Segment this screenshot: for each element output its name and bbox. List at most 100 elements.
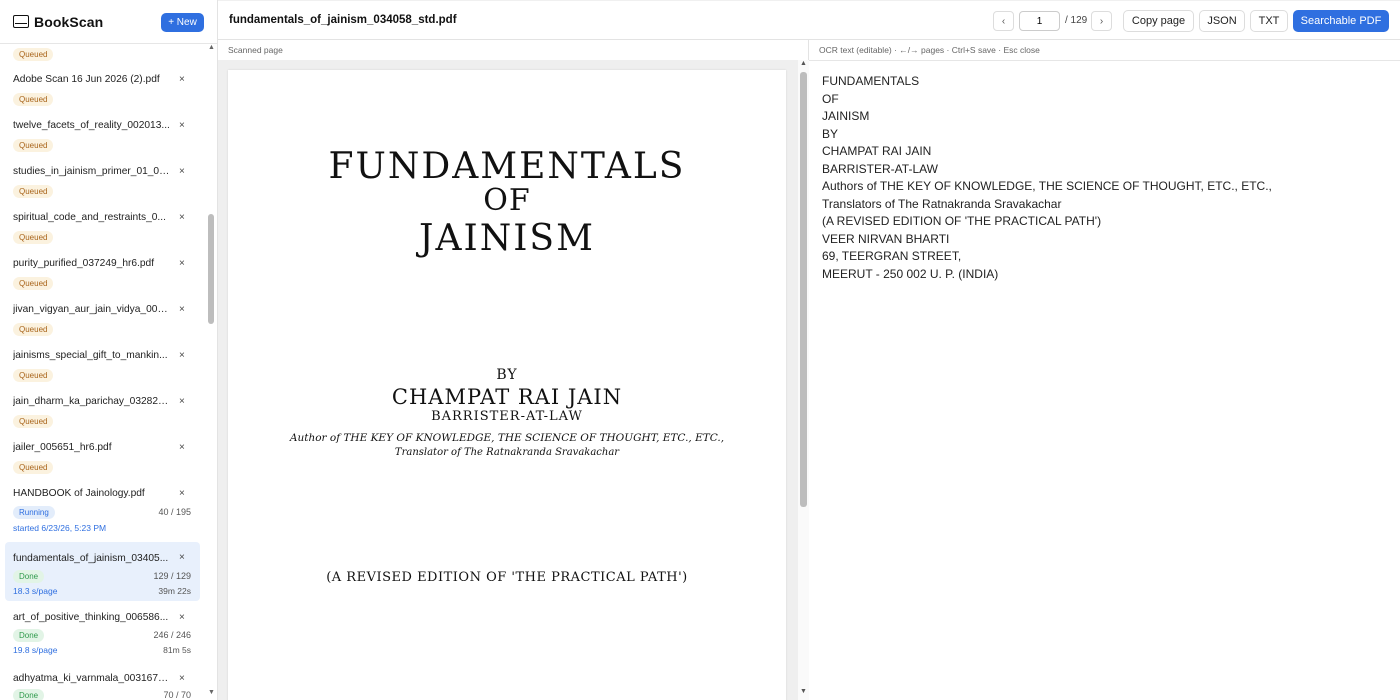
list-item[interactable]: adhyatma_ki_varnmala_003167_... × Done 7…: [5, 673, 200, 700]
progress-count: 40 / 195: [158, 507, 191, 517]
list-item-selected[interactable]: fundamentals_of_jainism_03405... × Done …: [5, 542, 200, 601]
book-icon: [13, 15, 29, 28]
remove-icon[interactable]: ×: [179, 74, 185, 85]
status-badge: Queued: [13, 231, 54, 244]
prev-page-button[interactable]: ‹: [993, 11, 1014, 31]
ocr-line: FUNDAMENTALS: [822, 74, 920, 88]
status-badge: Queued: [13, 93, 54, 106]
sidebar-header: BookScan + New: [0, 0, 217, 44]
started-time: started 6/23/26, 5:23 PM: [13, 523, 107, 533]
remove-icon[interactable]: ×: [179, 120, 185, 131]
scan-by: BY: [496, 367, 518, 383]
remove-icon[interactable]: ×: [179, 488, 185, 499]
list-item[interactable]: Adobe Scan 16 Jun 2026 (2).pdf × Queued: [5, 74, 200, 120]
duration: 81m 5s: [163, 645, 191, 655]
file-name: jainisms_special_gift_to_mankin...: [13, 350, 168, 361]
ocr-line: Authors of THE KEY OF KNOWLEDGE, THE SCI…: [822, 179, 1272, 193]
duration: 39m 22s: [158, 586, 191, 596]
next-page-button[interactable]: ›: [1091, 11, 1112, 31]
page-total: / 129: [1065, 15, 1088, 26]
scrollbar-thumb[interactable]: [800, 72, 807, 507]
ocr-line: JAINISM: [822, 109, 870, 123]
status-badge: Queued: [13, 369, 54, 382]
progress-count: 129 / 129: [153, 571, 191, 581]
ocr-line: (A REVISED EDITION OF 'THE PRACTICAL PAT…: [822, 214, 1102, 228]
txt-button[interactable]: TXT: [1250, 10, 1288, 32]
progress-count: 70 / 70: [163, 690, 191, 700]
divider: [809, 60, 1400, 61]
scan-author: CHAMPAT RAI JAIN: [391, 385, 623, 409]
ocr-pane-label: OCR text (editable) · ←/→ pages · Ctrl+S…: [819, 45, 1040, 55]
status-badge: Running: [13, 506, 55, 519]
ocr-text-editor[interactable]: FUNDAMENTALS OF JAINISM BY CHAMPAT RAI J…: [822, 73, 1272, 283]
status-badge: Queued: [13, 185, 54, 198]
searchable-pdf-button[interactable]: Searchable PDF: [1293, 10, 1389, 32]
file-name: fundamentals_of_jainism_03405...: [13, 553, 169, 564]
remove-icon[interactable]: ×: [179, 442, 185, 453]
file-name: purity_purified_037249_hr6.pdf: [13, 258, 155, 269]
remove-icon[interactable]: ×: [179, 552, 185, 563]
scan-title-line: OF: [483, 183, 531, 218]
file-name: jivan_vigyan_aur_jain_vidya_003...: [13, 304, 171, 315]
json-button[interactable]: JSON: [1199, 10, 1245, 32]
status-badge: Queued: [13, 48, 54, 61]
list-item[interactable]: jainisms_special_gift_to_mankin... × Que…: [5, 350, 200, 396]
scroll-up-icon[interactable]: ▲: [800, 60, 807, 67]
remove-icon[interactable]: ×: [179, 673, 185, 684]
scanned-page-image: FUNDAMENTALS OF JAINISM BY CHAMPAT RAI J…: [228, 70, 786, 700]
scan-revised-edition: (A REVISED EDITION OF 'THE PRACTICAL PAT…: [326, 570, 688, 585]
list-item[interactable]: Queued: [5, 44, 200, 74]
new-button[interactable]: + New: [161, 13, 204, 32]
remove-icon[interactable]: ×: [179, 350, 185, 361]
scan-title-line: FUNDAMENTALS: [328, 146, 686, 187]
file-name: jailer_005651_hr6.pdf: [13, 442, 112, 453]
progress-count: 246 / 246: [153, 630, 191, 640]
remove-icon[interactable]: ×: [179, 258, 185, 269]
scan-barrister: BARRISTER-AT-LAW: [431, 409, 583, 424]
scan-pane: Scanned page FUNDAMENTALS OF JAINISM BY …: [218, 40, 809, 700]
file-name: art_of_positive_thinking_006586...: [13, 612, 169, 623]
file-name: studies_in_jainism_primer_01_03...: [13, 166, 171, 177]
file-name: jain_dharm_ka_parichay_032824...: [13, 396, 171, 407]
scroll-up-icon[interactable]: ▲: [208, 44, 215, 51]
scrollbar-thumb[interactable]: [208, 214, 214, 324]
ocr-pane: OCR text (editable) · ←/→ pages · Ctrl+S…: [809, 40, 1400, 700]
scroll-down-icon[interactable]: ▼: [800, 688, 807, 695]
list-item[interactable]: twelve_facets_of_reality_002013... × Que…: [5, 120, 200, 166]
remove-icon[interactable]: ×: [179, 304, 185, 315]
remove-icon[interactable]: ×: [179, 396, 185, 407]
remove-icon[interactable]: ×: [179, 212, 185, 223]
list-item[interactable]: art_of_positive_thinking_006586... × Don…: [5, 612, 200, 668]
file-name: twelve_facets_of_reality_002013...: [13, 120, 170, 131]
status-badge: Queued: [13, 415, 54, 428]
document-title: fundamentals_of_jainism_034058_std.pdf: [229, 14, 457, 26]
copy-page-button[interactable]: Copy page: [1123, 10, 1194, 32]
list-item[interactable]: purity_purified_037249_hr6.pdf × Queued: [5, 258, 200, 304]
status-badge: Done: [13, 570, 45, 583]
scroll-down-icon[interactable]: ▼: [208, 689, 215, 696]
file-name: Adobe Scan 16 Jun 2026 (2).pdf: [13, 74, 160, 85]
list-item[interactable]: studies_in_jainism_primer_01_03... × Que…: [5, 166, 200, 212]
sidebar-scrollbar[interactable]: ▲ ▼: [205, 44, 217, 700]
status-badge: Done: [13, 689, 45, 700]
ocr-line: VEER NIRVAN BHARTI: [822, 231, 950, 246]
list-item[interactable]: HANDBOOK of Jainology.pdf × Running 40 /…: [5, 488, 200, 540]
file-name: spiritual_code_and_restraints_0...: [13, 212, 166, 223]
ocr-line: MEERUT - 250 002 U. P. (INDIA): [822, 266, 999, 281]
scan-scrollbar[interactable]: ▲ ▼: [798, 60, 809, 700]
ocr-line: BARRISTER-AT-LAW: [822, 161, 939, 176]
ocr-line: CHAMPAT RAI JAIN: [822, 144, 932, 158]
list-item[interactable]: jain_dharm_ka_parichay_032824... × Queue…: [5, 396, 200, 442]
page-number-input[interactable]: [1019, 11, 1060, 31]
remove-icon[interactable]: ×: [179, 612, 185, 623]
list-item[interactable]: jivan_vigyan_aur_jain_vidya_003... × Que…: [5, 304, 200, 350]
list-item[interactable]: jailer_005651_hr6.pdf × Queued: [5, 442, 200, 488]
scan-viewport[interactable]: FUNDAMENTALS OF JAINISM BY CHAMPAT RAI J…: [218, 60, 798, 700]
remove-icon[interactable]: ×: [179, 166, 185, 177]
list-item[interactable]: spiritual_code_and_restraints_0... × Que…: [5, 212, 200, 258]
file-list: Queued Adobe Scan 16 Jun 2026 (2).pdf × …: [0, 44, 217, 700]
speed: 18.3 s/page: [13, 586, 58, 596]
status-badge: Done: [13, 629, 45, 642]
status-badge: Queued: [13, 323, 54, 336]
ocr-line: 69, TEERGRAN STREET,: [822, 249, 962, 263]
